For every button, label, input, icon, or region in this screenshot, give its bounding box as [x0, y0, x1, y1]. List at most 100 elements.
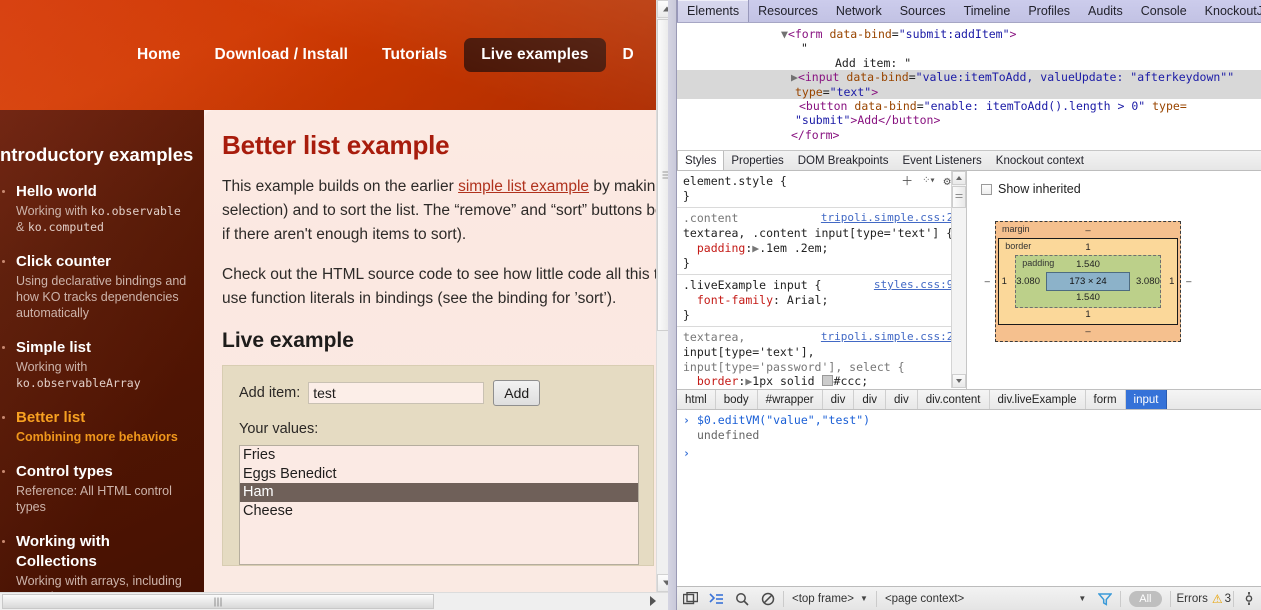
box-model-padding[interactable]: padding 1.540 3.080 173 × 24 3.080 1.540 [1015, 255, 1161, 308]
dom-line[interactable]: </form> [677, 128, 1261, 142]
style-declaration[interactable]: font-family: Arial; [683, 293, 960, 308]
search-icon[interactable] [729, 587, 755, 610]
tab-profiles[interactable]: Profiles [1019, 0, 1079, 22]
show-inherited-row[interactable]: Show inherited [967, 171, 1261, 196]
border-left-value[interactable]: 1 [999, 276, 1009, 287]
border-right-value[interactable]: 1 [1167, 276, 1177, 287]
sidebar-item-simple-list[interactable]: Simple list Working with ko.observableAr… [0, 338, 196, 391]
add-item-input[interactable] [308, 382, 485, 404]
values-listbox[interactable]: Fries Eggs Benedict Ham Cheese [239, 445, 639, 565]
box-model-margin[interactable]: margin – – border 1 1 padding 1.540 3.08… [985, 221, 1191, 342]
dom-line[interactable]: Add item: " [677, 56, 1261, 70]
tab-elements[interactable]: Elements [677, 0, 750, 22]
context-selector[interactable]: <page context> ▼ [879, 593, 1092, 605]
dom-line[interactable]: "submit">Add</button> [677, 113, 1261, 127]
dom-line-selected-cont[interactable]: type="text"> [677, 84, 1261, 100]
style-rule-element-style[interactable]: ＋ ⁘▾ ⚙▾ element.style { } [677, 171, 966, 209]
nav-item-live-examples[interactable]: Live examples [464, 38, 606, 72]
tab-sources[interactable]: Sources [891, 0, 955, 22]
breadcrumb-div-2[interactable]: div [854, 390, 887, 409]
styles-pane-scrollbar[interactable] [951, 171, 966, 388]
sidebar-item-control-types[interactable]: Control types Reference: All HTML contro… [0, 462, 196, 515]
disclosure-triangle-icon[interactable]: ▶ [791, 70, 798, 84]
border-bottom-value[interactable]: 1 [999, 309, 1177, 321]
errors-filter-label[interactable]: Errors [1177, 593, 1208, 605]
tab-resources[interactable]: Resources [749, 0, 827, 22]
horizontal-scrollbar-thumb[interactable] [2, 594, 434, 609]
scroll-right-arrow-icon[interactable] [650, 596, 656, 606]
list-item[interactable]: Cheese [240, 502, 638, 521]
breadcrumb-div-liveexample[interactable]: div.liveExample [990, 390, 1086, 409]
breadcrumb-form[interactable]: form [1086, 390, 1126, 409]
subtab-event-listeners[interactable]: Event Listeners [896, 151, 989, 170]
margin-bottom-value[interactable]: – [996, 326, 1180, 338]
style-declaration[interactable]: border:▶1px solid #ccc; [683, 374, 960, 389]
dom-line-selected[interactable]: ▶<input data-bind="value:itemToAdd, valu… [677, 70, 1261, 85]
simple-list-example-link[interactable]: simple list example [458, 178, 589, 195]
sidebar-item-better-list[interactable]: Better list Combining more behaviors [0, 408, 196, 445]
tab-console[interactable]: Console [1132, 0, 1196, 22]
add-button[interactable]: Add [493, 380, 541, 406]
subtab-knockout-context[interactable]: Knockout context [989, 151, 1091, 170]
style-source-link[interactable]: tripoli.simple.css:24 [821, 330, 960, 345]
nav-item-download-install[interactable]: Download / Install [197, 38, 365, 72]
tab-network[interactable]: Network [827, 0, 891, 22]
style-rule-textarea-input[interactable]: tripoli.simple.css:24 textarea, input[ty… [677, 327, 966, 389]
disclosure-triangle-icon[interactable]: ▼ [781, 27, 788, 41]
console-active-prompt[interactable]: › [677, 443, 1261, 461]
tab-timeline[interactable]: Timeline [955, 0, 1020, 22]
nav-item-tutorials[interactable]: Tutorials [365, 38, 464, 72]
breadcrumb-div-content[interactable]: div.content [918, 390, 990, 409]
page-horizontal-scrollbar[interactable] [0, 592, 676, 610]
margin-left-value[interactable]: – [982, 276, 992, 287]
breadcrumb-div-3[interactable]: div [886, 390, 918, 409]
style-rule-content[interactable]: tripoli.simple.css:21 .content textarea,… [677, 208, 966, 276]
box-model-content-size[interactable]: 173 × 24 [1046, 272, 1130, 291]
dom-line[interactable]: " [677, 41, 1261, 55]
nav-item-home[interactable]: Home [120, 38, 197, 72]
dom-line[interactable]: <button data-bind="enable: itemToAdd().l… [677, 99, 1261, 113]
style-declaration[interactable]: padding:▶.1em .2em; [683, 241, 960, 256]
tab-audits[interactable]: Audits [1079, 0, 1132, 22]
pane-divider[interactable] [668, 0, 676, 610]
console-input-line[interactable]: › $0.editVM("value","test") [677, 410, 1261, 428]
sidebar-item-click-counter[interactable]: Click counter Using declarative bindings… [0, 252, 196, 321]
breadcrumb-body[interactable]: body [716, 390, 758, 409]
styles-scrollbar-thumb[interactable] [952, 186, 966, 208]
padding-right-value[interactable]: 3.080 [1136, 276, 1160, 287]
show-console-icon[interactable] [703, 587, 729, 610]
list-item[interactable]: Ham [240, 483, 638, 502]
dock-side-icon[interactable] [677, 587, 703, 610]
dom-line[interactable]: ▼<form data-bind="submit:addItem"> [677, 27, 1261, 41]
filter-all-button[interactable]: All [1129, 590, 1162, 607]
subtab-dom-breakpoints[interactable]: DOM Breakpoints [791, 151, 896, 170]
breadcrumb-input[interactable]: input [1125, 390, 1168, 409]
padding-bottom-value[interactable]: 1.540 [1016, 292, 1160, 304]
sidebar-item-working-with-collections[interactable]: Working with Collections Working with ar… [0, 532, 196, 592]
console-drawer[interactable]: › $0.editVM("value","test") undefined › [677, 410, 1261, 593]
clear-console-icon[interactable] [755, 587, 781, 610]
padding-left-value[interactable]: 3.080 [1016, 276, 1040, 287]
breadcrumb-wrapper[interactable]: #wrapper [758, 390, 823, 409]
styles-scroll-down-button[interactable] [952, 374, 966, 388]
list-item[interactable]: Eggs Benedict [240, 465, 638, 484]
breadcrumb-div-1[interactable]: div [823, 390, 855, 409]
style-source-link[interactable]: tripoli.simple.css:21 [821, 211, 960, 226]
styles-scroll-up-button[interactable] [952, 171, 966, 185]
style-rule-liveexample-input[interactable]: styles.css:94 .liveExample input { font-… [677, 275, 966, 328]
sidebar-item-hello-world[interactable]: Hello world Working with ko.observable &… [0, 182, 196, 235]
breadcrumb-html[interactable]: html [677, 390, 716, 409]
box-model-border[interactable]: border 1 1 padding 1.540 3.080 173 × 24 … [998, 238, 1178, 325]
margin-right-value[interactable]: – [1184, 276, 1194, 287]
style-source-link[interactable]: styles.css:94 [874, 278, 960, 293]
element-state-icon[interactable]: ⁘▾ [922, 174, 935, 189]
color-swatch-icon[interactable] [821, 375, 833, 387]
settings-icon[interactable] [1236, 587, 1261, 610]
nav-item-documentation[interactable]: D [606, 38, 651, 72]
list-item[interactable]: Fries [240, 446, 638, 465]
styles-pane[interactable]: ＋ ⁘▾ ⚙▾ element.style { } tripoli.simple… [677, 171, 967, 389]
subtab-properties[interactable]: Properties [724, 151, 790, 170]
show-inherited-checkbox[interactable] [981, 183, 992, 195]
frame-selector[interactable]: <top frame> ▼ [786, 593, 874, 605]
add-style-rule-icon[interactable]: ＋ [901, 174, 913, 189]
